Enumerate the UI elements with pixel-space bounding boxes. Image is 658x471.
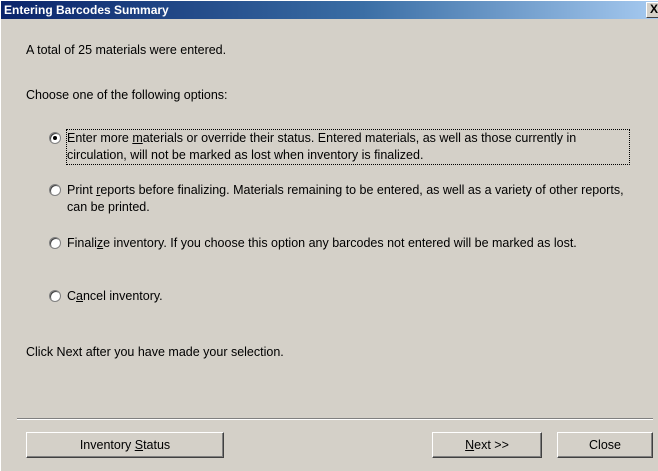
option-enter-more-materials[interactable]: Enter more materials or override their s… bbox=[49, 129, 630, 165]
title-bar: Entering Barcodes Summary X bbox=[1, 1, 658, 19]
button-text-pre: Inventory bbox=[79, 438, 135, 452]
instruction-text: Click Next after you have made your sele… bbox=[26, 345, 284, 359]
summary-text: A total of 25 materials were entered. bbox=[26, 43, 227, 57]
option-mnemonic: m bbox=[132, 131, 143, 145]
close-glyph: X bbox=[649, 2, 658, 16]
button-text-pre: Close bbox=[589, 438, 621, 452]
radio-button-cancel[interactable] bbox=[49, 290, 61, 302]
option-text-pre: Enter more bbox=[67, 131, 133, 145]
option-label-print-reports: Print reports before finalizing. Materia… bbox=[67, 182, 629, 216]
option-text-post: ncel inventory. bbox=[82, 289, 163, 303]
option-text-pre: C bbox=[67, 289, 77, 303]
option-mnemonic: a bbox=[76, 289, 83, 303]
radio-button-enter-more[interactable] bbox=[49, 132, 61, 144]
entering-barcodes-summary-dialog: Entering Barcodes Summary X A total of 2… bbox=[0, 0, 658, 471]
next-button[interactable]: Next >> bbox=[432, 432, 542, 458]
option-label-enter-more: Enter more materials or override their s… bbox=[66, 129, 630, 165]
inventory-status-button[interactable]: Inventory Status bbox=[26, 432, 224, 458]
option-text-pre: Finali bbox=[67, 236, 97, 250]
window-title: Entering Barcodes Summary bbox=[4, 3, 169, 17]
option-label-finalize: Finalize inventory. If you choose this o… bbox=[67, 235, 577, 252]
radio-button-print-reports[interactable] bbox=[49, 184, 61, 196]
button-mnemonic: N bbox=[465, 438, 475, 452]
option-text-post: eports before finalizing. Materials rema… bbox=[67, 183, 624, 214]
button-text-post: tatus bbox=[143, 438, 171, 452]
radio-button-finalize[interactable] bbox=[49, 237, 61, 249]
button-text-post: ext >> bbox=[474, 438, 509, 452]
option-text-post: e inventory. If you choose this option a… bbox=[103, 236, 577, 250]
option-text-post: aterials or override their status. Enter… bbox=[67, 131, 577, 162]
options-prompt: Choose one of the following options: bbox=[26, 88, 228, 102]
close-button[interactable]: Close bbox=[557, 432, 653, 458]
option-print-reports[interactable]: Print reports before finalizing. Materia… bbox=[49, 182, 629, 216]
button-mnemonic: S bbox=[134, 438, 144, 452]
option-label-cancel: Cancel inventory. bbox=[67, 288, 163, 305]
option-text-pre: Print bbox=[67, 183, 97, 197]
separator bbox=[17, 418, 653, 420]
option-cancel-inventory[interactable]: Cancel inventory. bbox=[49, 288, 629, 305]
close-icon[interactable]: X bbox=[646, 2, 658, 18]
option-finalize-inventory[interactable]: Finalize inventory. If you choose this o… bbox=[49, 235, 629, 252]
